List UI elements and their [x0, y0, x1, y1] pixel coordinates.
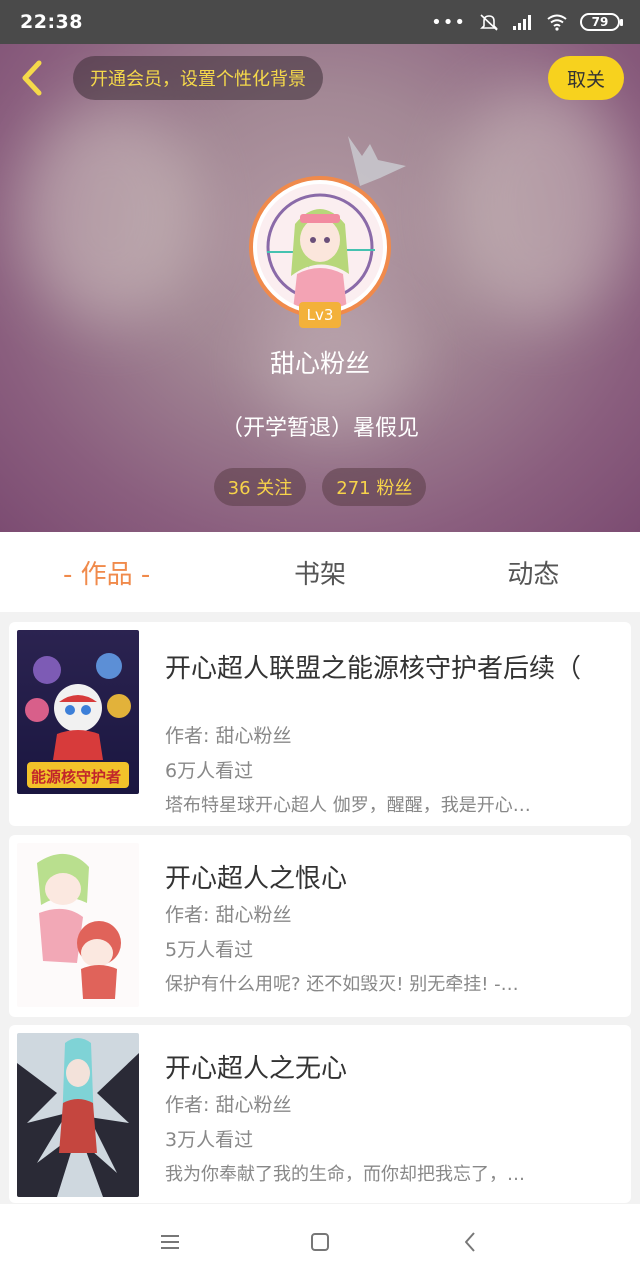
unfollow-button[interactable]: 取关 — [548, 56, 624, 100]
user-bio: （开学暂退）暑假见 — [220, 416, 419, 441]
profile-tabs: - 作品 - 书架 动态 — [0, 532, 640, 612]
work-cover: 能源核守护者 — [17, 630, 139, 794]
username: 甜心粉丝 — [269, 349, 370, 378]
tab-bookshelf[interactable]: 书架 — [213, 554, 426, 591]
menu-button[interactable] — [150, 1222, 190, 1262]
tab-works[interactable]: - 作品 - — [0, 554, 213, 591]
status-bar: 22:38 ••• 79 — [0, 0, 640, 44]
more-dots-icon: ••• — [431, 11, 466, 33]
status-icons: ••• 79 — [431, 11, 623, 33]
work-card[interactable]: 开心超人之恨心 作者: 甜心粉丝 5万人看过 保护有什么用呢? 还不如毁灭! 别… — [9, 835, 631, 1017]
signal-icon — [513, 15, 531, 30]
back-button[interactable] — [14, 58, 50, 98]
work-views: 6万人看过 — [165, 760, 254, 782]
menu-icon — [161, 1235, 179, 1249]
work-cover — [17, 843, 139, 1007]
following-count[interactable]: 36 关注 — [213, 468, 307, 506]
work-author: 作者: 甜心粉丝 — [165, 1094, 292, 1116]
system-nav-bar — [0, 1204, 640, 1280]
work-title: 开心超人之恨心 — [165, 864, 348, 894]
bell-off-icon — [480, 14, 498, 31]
profile-header: 开通会员，设置个性化背景 取关 Lv3 甜心粉丝 （开学暂退）暑假见 36 关注… — [0, 44, 640, 532]
work-description: 塔布特星球开心超人 伽罗，醒醒，我是开心… — [165, 795, 531, 816]
work-cover — [17, 1033, 139, 1197]
wifi-icon — [547, 14, 567, 31]
battery-icon: 79 — [580, 13, 623, 31]
chevron-left-icon — [22, 60, 42, 96]
work-author: 作者: 甜心粉丝 — [165, 904, 292, 926]
work-title: 开心超人联盟之能源核守护者后续（ — [165, 654, 582, 684]
vip-banner[interactable]: 开通会员，设置个性化背景 — [73, 56, 323, 100]
tab-activity[interactable]: 动态 — [427, 554, 640, 591]
work-title: 开心超人之无心 — [165, 1054, 348, 1084]
work-views: 3万人看过 — [165, 1129, 254, 1151]
status-time: 22:38 — [20, 11, 83, 33]
work-description: 保护有什么用呢? 还不如毁灭! 别无牵挂! -… — [165, 974, 519, 995]
work-card[interactable]: 能源核守护者 开心超人联盟之能源核守护者后续（ 作者: 甜心粉丝 6万人看过 塔… — [9, 622, 631, 826]
work-description: 我为你奉献了我的生命，而你却把我忘了，… — [165, 1164, 525, 1185]
home-button[interactable] — [300, 1222, 340, 1262]
avatar-image — [257, 184, 383, 310]
work-author: 作者: 甜心粉丝 — [165, 725, 292, 747]
work-card[interactable]: 开心超人之无心 作者: 甜心粉丝 3万人看过 我为你奉献了我的生命，而你却把我忘… — [9, 1025, 631, 1203]
followers-count[interactable]: 271 粉丝 — [322, 468, 427, 506]
work-views: 5万人看过 — [165, 939, 254, 961]
work-cover-title: 能源核守护者 — [31, 768, 122, 786]
stats-row: 36 关注 271 粉丝 — [0, 468, 640, 506]
level-badge: Lv3 — [299, 302, 341, 328]
avatar[interactable] — [249, 176, 391, 318]
nav-back-button[interactable] — [450, 1222, 490, 1262]
back-triangle-icon — [465, 1232, 475, 1252]
home-square-icon — [311, 1233, 329, 1251]
